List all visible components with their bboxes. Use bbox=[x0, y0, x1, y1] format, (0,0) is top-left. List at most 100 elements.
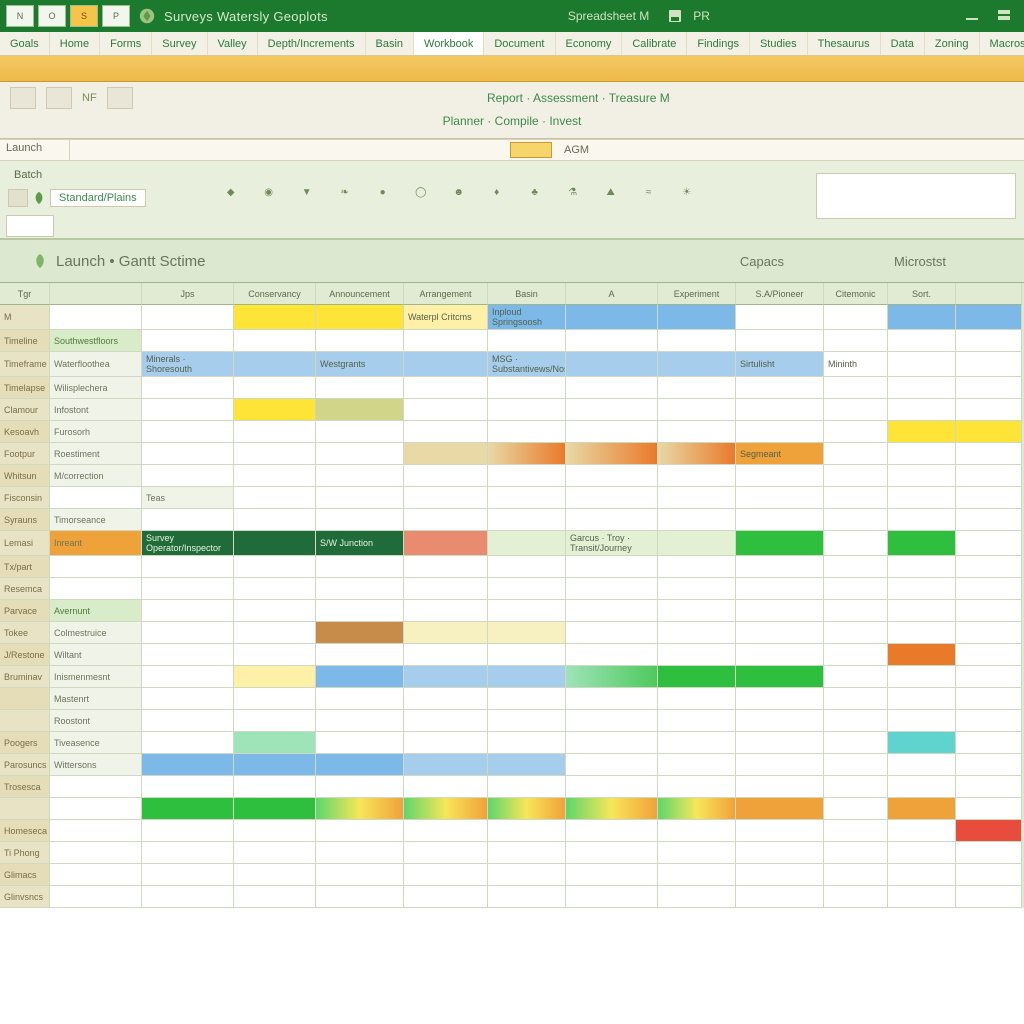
cell[interactable] bbox=[888, 509, 956, 531]
cell[interactable]: Survey Operator/Inspector bbox=[142, 531, 234, 556]
cell[interactable] bbox=[824, 487, 888, 509]
cell[interactable] bbox=[658, 421, 736, 443]
col-header[interactable]: Conservancy bbox=[234, 283, 316, 305]
cell[interactable] bbox=[956, 710, 1022, 732]
leaf-icon[interactable]: ❧ bbox=[334, 181, 356, 203]
cell[interactable] bbox=[316, 622, 404, 644]
cell[interactable] bbox=[234, 842, 316, 864]
cell[interactable] bbox=[658, 798, 736, 820]
cell[interactable] bbox=[566, 798, 658, 820]
cell[interactable] bbox=[824, 886, 888, 908]
cell[interactable] bbox=[404, 531, 488, 556]
cell[interactable] bbox=[956, 421, 1022, 443]
cell[interactable] bbox=[658, 622, 736, 644]
row-header[interactable]: Resemca bbox=[0, 578, 50, 600]
cell[interactable] bbox=[956, 622, 1022, 644]
col-header[interactable]: Citemonic bbox=[824, 283, 888, 305]
maximize-button[interactable] bbox=[990, 5, 1018, 27]
row-header[interactable]: Lemasi bbox=[0, 531, 50, 556]
cell[interactable] bbox=[234, 710, 316, 732]
cell[interactable] bbox=[142, 732, 234, 754]
cell[interactable]: Wiltant bbox=[50, 644, 142, 666]
cell[interactable] bbox=[566, 820, 658, 842]
cell[interactable] bbox=[404, 886, 488, 908]
cell[interactable] bbox=[736, 732, 824, 754]
cell[interactable] bbox=[736, 622, 824, 644]
cell[interactable] bbox=[888, 754, 956, 776]
cell[interactable] bbox=[736, 842, 824, 864]
cell[interactable] bbox=[234, 377, 316, 399]
cell[interactable] bbox=[736, 864, 824, 886]
drop-icon[interactable]: ♦ bbox=[486, 181, 508, 203]
cell[interactable] bbox=[658, 330, 736, 352]
row-header[interactable]: Fisconsin bbox=[0, 487, 50, 509]
cell[interactable] bbox=[488, 487, 566, 509]
name-box[interactable]: Launch bbox=[0, 140, 70, 160]
cell[interactable] bbox=[488, 886, 566, 908]
row-header[interactable]: Tokee bbox=[0, 622, 50, 644]
cell[interactable] bbox=[824, 820, 888, 842]
cell[interactable] bbox=[566, 377, 658, 399]
cell[interactable] bbox=[888, 622, 956, 644]
cell[interactable] bbox=[234, 666, 316, 688]
cell[interactable] bbox=[956, 305, 1022, 330]
cell[interactable] bbox=[316, 886, 404, 908]
flask-icon[interactable]: ⚗ bbox=[562, 181, 584, 203]
cell[interactable] bbox=[404, 509, 488, 531]
cell[interactable] bbox=[142, 509, 234, 531]
cell[interactable] bbox=[824, 732, 888, 754]
row-header[interactable]: Footpur bbox=[0, 443, 50, 465]
cell[interactable] bbox=[888, 842, 956, 864]
save-disk-icon[interactable] bbox=[661, 5, 689, 27]
row-header[interactable] bbox=[0, 710, 50, 732]
cell[interactable] bbox=[824, 443, 888, 465]
cell[interactable]: Segmeant bbox=[736, 443, 824, 465]
cell[interactable] bbox=[488, 666, 566, 688]
ring-icon[interactable]: ◯ bbox=[410, 181, 432, 203]
row-header[interactable]: Tx/part bbox=[0, 556, 50, 578]
cell[interactable] bbox=[142, 754, 234, 776]
cell[interactable] bbox=[736, 305, 824, 330]
cell[interactable] bbox=[142, 688, 234, 710]
row-header[interactable]: J/Restone bbox=[0, 644, 50, 666]
cell[interactable] bbox=[234, 886, 316, 908]
cell[interactable] bbox=[658, 710, 736, 732]
cell[interactable] bbox=[736, 465, 824, 487]
cell[interactable] bbox=[404, 421, 488, 443]
cell[interactable] bbox=[824, 465, 888, 487]
tree-icon[interactable]: ♣ bbox=[524, 181, 546, 203]
cell[interactable] bbox=[888, 556, 956, 578]
wave-icon[interactable]: ≈ bbox=[638, 181, 660, 203]
cell[interactable] bbox=[956, 377, 1022, 399]
cell[interactable]: Inismenmesnt bbox=[50, 666, 142, 688]
cell[interactable] bbox=[824, 710, 888, 732]
cell[interactable] bbox=[888, 886, 956, 908]
cell[interactable]: M/correction bbox=[50, 465, 142, 487]
cell[interactable] bbox=[142, 622, 234, 644]
cell[interactable] bbox=[50, 487, 142, 509]
cell[interactable] bbox=[956, 798, 1022, 820]
cell[interactable] bbox=[566, 578, 658, 600]
cell[interactable] bbox=[404, 754, 488, 776]
col-header[interactable]: A bbox=[566, 283, 658, 305]
ribbon-clipboard-button[interactable] bbox=[46, 87, 72, 109]
cell[interactable] bbox=[888, 864, 956, 886]
cell[interactable] bbox=[566, 556, 658, 578]
tab-valley[interactable]: Valley bbox=[208, 32, 258, 55]
cell[interactable] bbox=[824, 305, 888, 330]
row-header[interactable]: Whitsun bbox=[0, 465, 50, 487]
cell[interactable] bbox=[316, 443, 404, 465]
cell[interactable] bbox=[404, 820, 488, 842]
cell[interactable] bbox=[658, 688, 736, 710]
col-header[interactable]: Basin bbox=[488, 283, 566, 305]
ribbon-paste-button[interactable] bbox=[10, 87, 36, 109]
cell[interactable] bbox=[142, 710, 234, 732]
tab-forms[interactable]: Forms bbox=[100, 32, 152, 55]
cell[interactable] bbox=[824, 798, 888, 820]
col-header[interactable]: Sort. bbox=[888, 283, 956, 305]
cell[interactable] bbox=[234, 487, 316, 509]
cell[interactable] bbox=[736, 776, 824, 798]
cell[interactable] bbox=[316, 509, 404, 531]
tab-depth[interactable]: Depth/Increments bbox=[258, 32, 366, 55]
cell[interactable] bbox=[142, 644, 234, 666]
